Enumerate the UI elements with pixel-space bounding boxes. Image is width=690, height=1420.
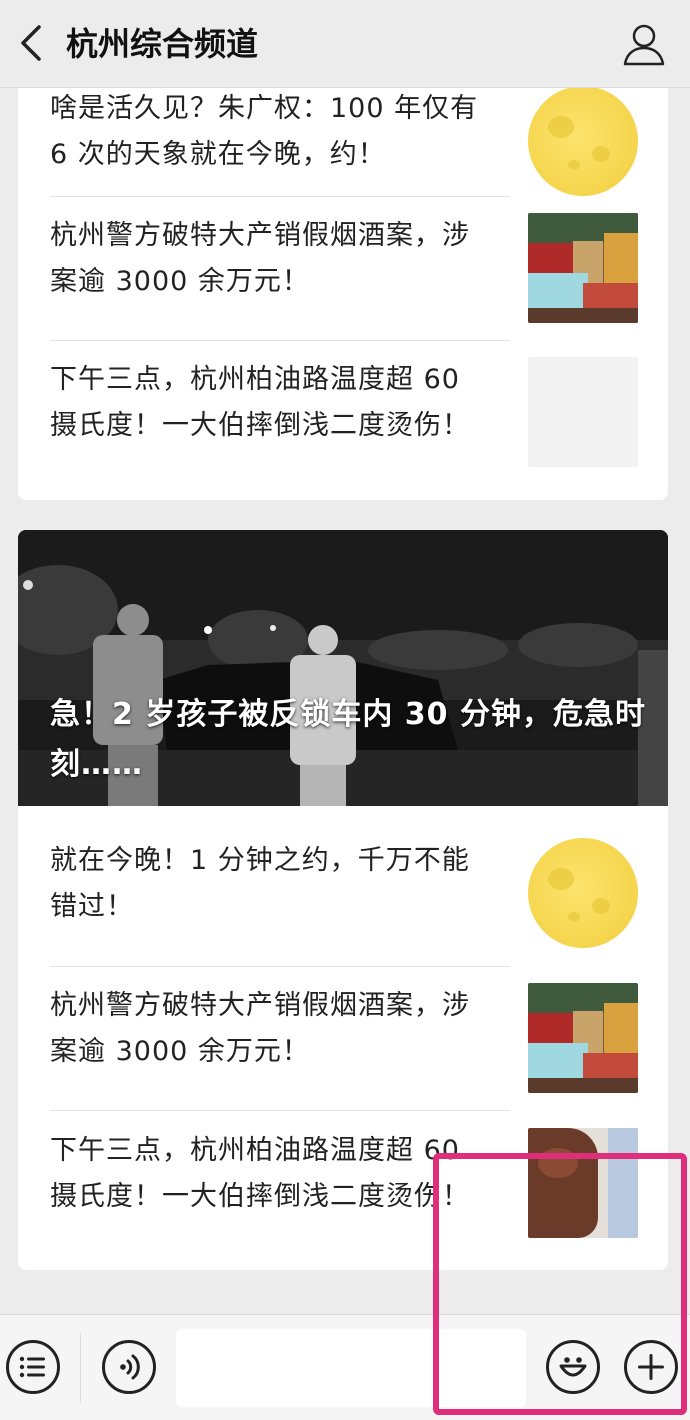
article-title: 下午三点，杭州柏油路温度超 60 摄氏度！一大伯摔倒浅二度烫伤！ <box>50 364 470 441</box>
article-item[interactable]: 下午三点，杭州柏油路温度超 60 摄氏度！一大伯摔倒浅二度烫伤！ <box>50 357 638 467</box>
page-title: 杭州综合频道 <box>66 25 259 63</box>
article-thumbnail <box>528 983 638 1093</box>
hero-title: 急！2 岁孩子被反锁车内 30 分钟，危急时刻…… <box>50 697 646 782</box>
divider <box>50 340 510 341</box>
divider <box>80 1333 81 1403</box>
chevron-left-icon <box>21 25 41 61</box>
voice-button[interactable] <box>102 1340 156 1394</box>
back-button[interactable] <box>10 18 50 68</box>
profile-button[interactable] <box>616 16 672 72</box>
liquor-image <box>528 213 638 323</box>
top-bar: 杭州综合频道 <box>0 0 690 88</box>
article-thumbnail <box>528 1128 638 1238</box>
bottom-input-bar <box>0 1314 690 1420</box>
message-input[interactable] <box>176 1329 526 1407</box>
article-title: 啥是活久见？朱广权：100 年仅有 6 次的天象就在今晚，约！ <box>50 93 479 170</box>
divider <box>50 1110 510 1111</box>
liquor-image <box>528 983 638 1093</box>
emoji-icon <box>559 1357 587 1377</box>
burn-image <box>528 1128 638 1238</box>
divider <box>50 966 510 967</box>
plus-icon <box>638 1354 664 1380</box>
divider <box>50 196 510 197</box>
article-thumbnail <box>528 838 638 948</box>
moon-image <box>528 88 638 196</box>
article-thumbnail <box>528 357 638 467</box>
article-thumbnail <box>528 88 638 196</box>
article-item[interactable]: 就在今晚！1 分钟之约，千万不能错过！ <box>50 838 638 948</box>
emoji-button[interactable] <box>546 1340 600 1394</box>
article-item[interactable]: 杭州警方破特大产销假烟酒案，涉案逾 3000 余万元！ <box>50 983 638 1093</box>
article-title: 杭州警方破特大产销假烟酒案，涉案逾 3000 余万元！ <box>50 990 470 1067</box>
person-icon <box>623 24 665 66</box>
article-card: 啥是活久见？朱广权：100 年仅有 6 次的天象就在今晚，约！ 杭州警方破特大产… <box>18 88 668 500</box>
placeholder-image <box>528 357 638 467</box>
article-item[interactable]: 啥是活久见？朱广权：100 年仅有 6 次的天象就在今晚，约！ <box>50 88 638 196</box>
message-feed[interactable]: 啥是活久见？朱广权：100 年仅有 6 次的天象就在今晚，约！ 杭州警方破特大产… <box>0 88 690 1314</box>
article-title: 杭州警方破特大产销假烟酒案，涉案逾 3000 余万元！ <box>50 220 470 297</box>
moon-image <box>528 838 638 948</box>
article-item[interactable]: 杭州警方破特大产销假烟酒案，涉案逾 3000 余万元！ <box>50 213 638 323</box>
voice-icon <box>120 1354 140 1380</box>
article-item[interactable]: 下午三点，杭州柏油路温度超 60 摄氏度！一大伯摔倒浅二度烫伤！ <box>50 1128 638 1238</box>
list-menu-icon <box>19 1356 45 1378</box>
more-button[interactable] <box>624 1340 678 1394</box>
article-title: 就在今晚！1 分钟之约，千万不能错过！ <box>50 845 470 922</box>
hero-article[interactable]: 急！2 岁孩子被反锁车内 30 分钟，危急时刻…… <box>18 530 668 806</box>
menu-button[interactable] <box>6 1340 60 1394</box>
article-title: 下午三点，杭州柏油路温度超 60 摄氏度！一大伯摔倒浅二度烫伤！ <box>50 1135 470 1212</box>
article-thumbnail <box>528 213 638 323</box>
